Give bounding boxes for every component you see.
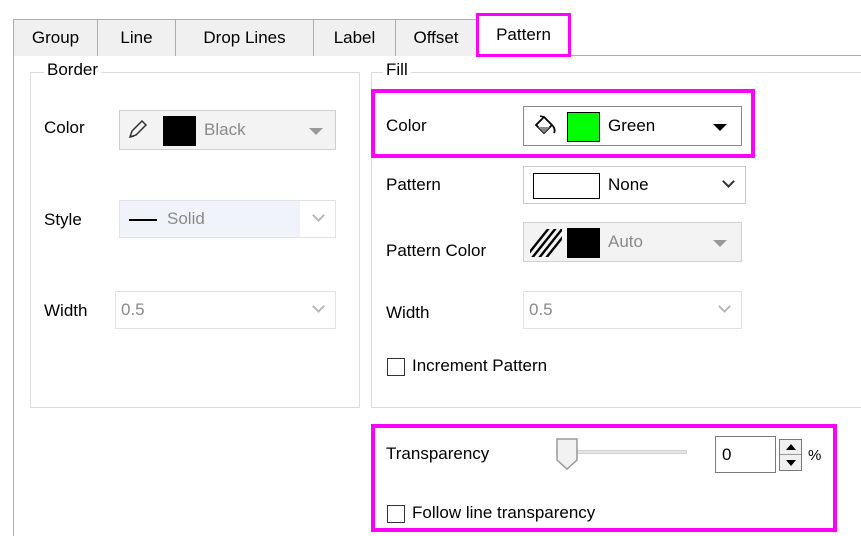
- border-width-label: Width: [44, 301, 88, 320]
- paint-bucket-icon: [534, 115, 556, 135]
- fill-color-label: Color: [386, 116, 427, 135]
- border-style-combo[interactable]: Solid: [119, 200, 336, 238]
- tab-drop-lines[interactable]: Drop Lines: [175, 19, 314, 56]
- increment-pattern-checkbox[interactable]: [387, 358, 405, 376]
- transparency-label: Transparency: [386, 444, 490, 463]
- fill-pattern-combo[interactable]: None: [523, 166, 746, 204]
- tab-label[interactable]: Label: [313, 19, 396, 56]
- tab-pattern-label: Pattern: [496, 25, 551, 44]
- fill-pattern-color-value: Auto: [608, 232, 643, 251]
- border-width-combo[interactable]: 0.5: [115, 291, 336, 329]
- tab-line[interactable]: Line: [97, 19, 176, 56]
- fill-width-combo[interactable]: 0.5: [523, 291, 742, 329]
- hatch-pattern-icon: [530, 229, 562, 257]
- tab-pattern[interactable]: Pattern: [476, 13, 571, 57]
- fill-width-value: 0.5: [529, 300, 553, 319]
- fill-color-value: Green: [608, 116, 656, 135]
- fill-group-title: Fill: [383, 60, 411, 80]
- chevron-down-icon: [713, 124, 727, 131]
- border-width-value: 0.5: [121, 300, 145, 319]
- tab-offset-label: Offset: [413, 28, 459, 47]
- transparency-value: 0: [722, 445, 732, 464]
- pen-icon: [128, 119, 148, 139]
- border-group-title: Border: [44, 60, 102, 80]
- chevron-down-icon: [718, 300, 731, 313]
- follow-line-transparency-checkbox[interactable]: [387, 505, 405, 523]
- percent-unit: %: [808, 447, 822, 464]
- panel-left-border: [13, 56, 14, 536]
- border-style-label: Style: [44, 210, 82, 229]
- border-color-combo[interactable]: Black: [119, 110, 336, 150]
- chevron-down-icon: [722, 175, 735, 188]
- fill-width-label: Width: [386, 303, 430, 322]
- spin-up-button[interactable]: [780, 440, 801, 455]
- border-color-label: Color: [44, 118, 85, 137]
- chevron-down-icon: [713, 240, 727, 247]
- solid-line-icon: [129, 219, 157, 221]
- fill-color-combo[interactable]: Green: [523, 106, 742, 146]
- tab-group[interactable]: Group: [13, 19, 98, 56]
- transparency-value-input[interactable]: 0: [715, 436, 776, 473]
- pattern-preview: [533, 173, 600, 199]
- fill-pattern-value: None: [608, 175, 649, 194]
- border-color-swatch: [163, 116, 196, 146]
- pattern-color-swatch: [567, 228, 600, 258]
- increment-pattern-label: Increment Pattern: [412, 356, 548, 375]
- chevron-down-icon: [312, 209, 325, 222]
- fill-pattern-label: Pattern: [386, 175, 441, 194]
- fill-pattern-color-combo[interactable]: Auto: [523, 222, 742, 262]
- chevron-down-icon: [309, 128, 323, 135]
- spin-down-button[interactable]: [780, 455, 801, 470]
- tab-group-label: Group: [31, 28, 80, 47]
- border-style-value: Solid: [167, 209, 205, 228]
- arrow-up-icon: [785, 444, 796, 450]
- chevron-down-icon: [312, 300, 325, 313]
- tab-drop-lines-label: Drop Lines: [203, 28, 286, 47]
- fill-color-swatch: [567, 112, 600, 142]
- tab-label-label: Label: [333, 28, 376, 47]
- transparency-spinner[interactable]: [779, 439, 802, 471]
- tab-offset[interactable]: Offset: [395, 19, 477, 56]
- tab-line-label: Line: [120, 28, 153, 47]
- follow-line-transparency-label: Follow line transparency: [412, 503, 596, 522]
- fill-pattern-color-label: Pattern Color: [386, 241, 487, 260]
- border-color-value: Black: [204, 120, 246, 139]
- transparency-slider-thumb[interactable]: [556, 438, 578, 470]
- arrow-down-icon: [785, 459, 796, 466]
